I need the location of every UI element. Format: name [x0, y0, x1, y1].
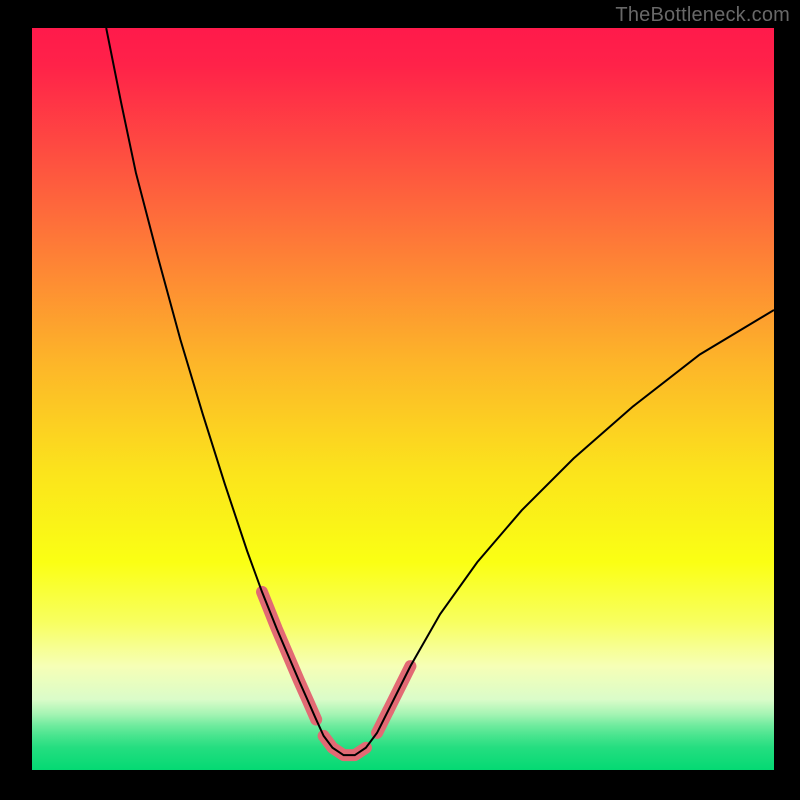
chart-stage: TheBottleneck.com	[0, 0, 800, 800]
watermark-text: TheBottleneck.com	[615, 4, 790, 27]
bottleneck-chart	[0, 0, 800, 800]
gradient-background	[32, 28, 774, 770]
